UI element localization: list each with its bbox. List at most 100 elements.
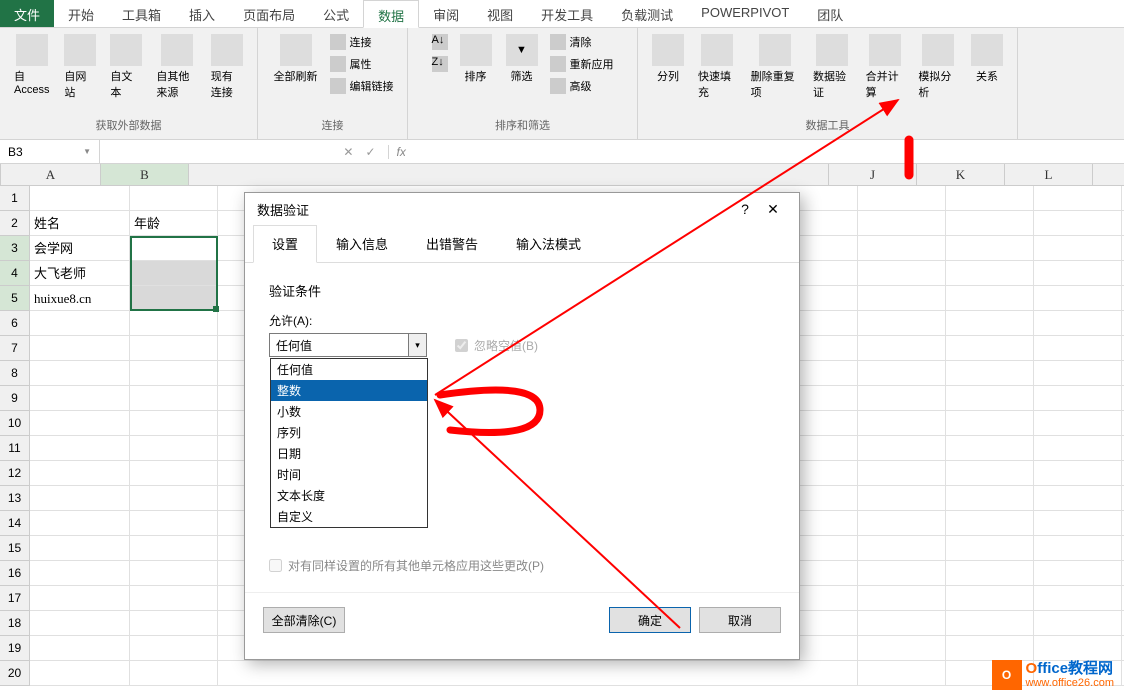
cell-K2[interactable] (946, 211, 1034, 236)
cell-A14[interactable] (30, 511, 130, 536)
row-header-16[interactable]: 16 (0, 561, 30, 586)
cell-K6[interactable] (946, 311, 1034, 336)
fx-icon[interactable]: fx (388, 145, 414, 159)
btn-consolidate[interactable]: 合并计算 (860, 32, 911, 102)
btn-from-access[interactable]: 自 Access (8, 32, 56, 98)
row-header-8[interactable]: 8 (0, 361, 30, 386)
tab-formula[interactable]: 公式 (309, 0, 363, 27)
cell-K9[interactable] (946, 386, 1034, 411)
row-header-11[interactable]: 11 (0, 436, 30, 461)
row-header-18[interactable]: 18 (0, 611, 30, 636)
row-header-6[interactable]: 6 (0, 311, 30, 336)
cell-B4[interactable] (130, 261, 218, 286)
cell-L12[interactable] (1034, 461, 1122, 486)
cell-J12[interactable] (858, 461, 946, 486)
col-header-J[interactable]: J (829, 164, 917, 186)
cell-J6[interactable] (858, 311, 946, 336)
cell-K7[interactable] (946, 336, 1034, 361)
opt-integer[interactable]: 整数 (271, 380, 427, 401)
cell-J17[interactable] (858, 586, 946, 611)
cell-A12[interactable] (30, 461, 130, 486)
btn-advanced[interactable]: 高级 (546, 76, 618, 96)
dialog-help-button[interactable]: ? (731, 201, 759, 217)
col-header-B[interactable]: B (101, 164, 189, 186)
tab-dev[interactable]: 开发工具 (527, 0, 607, 27)
cell-K4[interactable] (946, 261, 1034, 286)
cell-A19[interactable] (30, 636, 130, 661)
btn-clear[interactable]: 清除 (546, 32, 618, 52)
cell-K15[interactable] (946, 536, 1034, 561)
cell-K14[interactable] (946, 511, 1034, 536)
opt-list[interactable]: 序列 (271, 422, 427, 443)
col-header-A[interactable]: A (1, 164, 101, 186)
cell-B10[interactable] (130, 411, 218, 436)
row-header-14[interactable]: 14 (0, 511, 30, 536)
cell-B16[interactable] (130, 561, 218, 586)
row-header-5[interactable]: 5 (0, 286, 30, 311)
btn-properties[interactable]: 属性 (326, 54, 398, 74)
cell-J9[interactable] (858, 386, 946, 411)
cell-L2[interactable] (1034, 211, 1122, 236)
btn-data-validation[interactable]: 数据验证 (807, 32, 858, 102)
cell-J3[interactable] (858, 236, 946, 261)
cell-A6[interactable] (30, 311, 130, 336)
col-header-M[interactable]: M (1093, 164, 1124, 186)
ok-button[interactable]: 确定 (609, 607, 691, 633)
cell-K3[interactable] (946, 236, 1034, 261)
cell-J20[interactable] (858, 661, 946, 686)
cell-J11[interactable] (858, 436, 946, 461)
cell-J10[interactable] (858, 411, 946, 436)
btn-filter[interactable]: ▼筛选 (500, 32, 544, 86)
cell-B17[interactable] (130, 586, 218, 611)
cell-A13[interactable] (30, 486, 130, 511)
cell-B6[interactable] (130, 311, 218, 336)
cell-L17[interactable] (1034, 586, 1122, 611)
opt-any[interactable]: 任何值 (271, 359, 427, 380)
cell-L10[interactable] (1034, 411, 1122, 436)
cell-A15[interactable] (30, 536, 130, 561)
cell-J16[interactable] (858, 561, 946, 586)
cell-L8[interactable] (1034, 361, 1122, 386)
cell-J19[interactable] (858, 636, 946, 661)
tab-team[interactable]: 团队 (803, 0, 857, 27)
dialog-tab-input-msg[interactable]: 输入信息 (317, 225, 407, 262)
cell-B2[interactable]: 年龄 (130, 211, 218, 236)
cell-K10[interactable] (946, 411, 1034, 436)
tab-review[interactable]: 审阅 (419, 0, 473, 27)
cell-A4[interactable]: 大飞老师 (30, 261, 130, 286)
tab-layout[interactable]: 页面布局 (229, 0, 309, 27)
cell-J15[interactable] (858, 536, 946, 561)
cell-L4[interactable] (1034, 261, 1122, 286)
btn-sort[interactable]: 排序 (454, 32, 498, 86)
cell-L18[interactable] (1034, 611, 1122, 636)
cell-A16[interactable] (30, 561, 130, 586)
cell-A2[interactable]: 姓名 (30, 211, 130, 236)
cell-B8[interactable] (130, 361, 218, 386)
cell-J8[interactable] (858, 361, 946, 386)
cell-L3[interactable] (1034, 236, 1122, 261)
btn-sort-desc[interactable]: Z↓ (428, 54, 452, 74)
btn-whatif[interactable]: 模拟分析 (912, 32, 963, 102)
cell-K11[interactable] (946, 436, 1034, 461)
cell-A9[interactable] (30, 386, 130, 411)
cell-B20[interactable] (130, 661, 218, 686)
cell-L11[interactable] (1034, 436, 1122, 461)
btn-from-other[interactable]: 自其他来源 (150, 32, 202, 102)
cell-B13[interactable] (130, 486, 218, 511)
cancel-button[interactable]: 取消 (699, 607, 781, 633)
cell-K12[interactable] (946, 461, 1034, 486)
dialog-titlebar[interactable]: 数据验证 ? ✕ (245, 193, 799, 225)
cell-K16[interactable] (946, 561, 1034, 586)
cell-L5[interactable] (1034, 286, 1122, 311)
cell-L16[interactable] (1034, 561, 1122, 586)
btn-relations[interactable]: 关系 (965, 32, 1009, 86)
tab-file[interactable]: 文件 (0, 0, 54, 27)
row-header-7[interactable]: 7 (0, 336, 30, 361)
btn-sort-asc[interactable]: A↓ (428, 32, 452, 52)
btn-existing-conn[interactable]: 现有连接 (205, 32, 249, 102)
cell-B7[interactable] (130, 336, 218, 361)
cell-A8[interactable] (30, 361, 130, 386)
cell-K5[interactable] (946, 286, 1034, 311)
dialog-tab-ime[interactable]: 输入法模式 (497, 225, 600, 262)
cell-J1[interactable] (858, 186, 946, 211)
